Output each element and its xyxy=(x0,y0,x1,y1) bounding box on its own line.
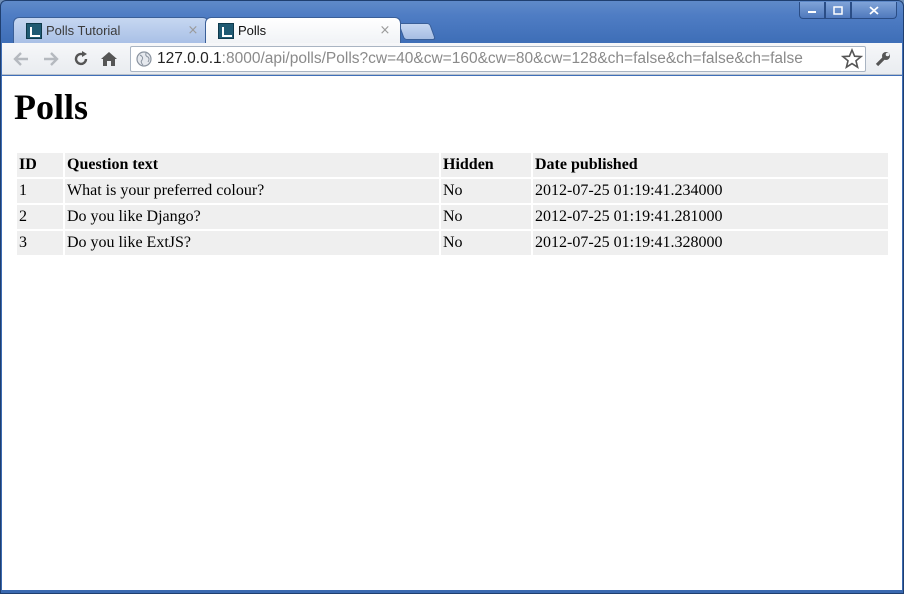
back-arrow-icon xyxy=(13,52,28,66)
cell-id: 2 xyxy=(17,205,63,229)
table-header-row: ID Question text Hidden Date published xyxy=(17,153,888,177)
table-row: 1 What is your preferred colour? No 2012… xyxy=(17,179,888,203)
close-icon xyxy=(869,5,879,15)
cell-date-published: 2012-07-25 01:19:41.328000 xyxy=(533,231,888,255)
cell-date-published: 2012-07-25 01:19:41.281000 xyxy=(533,205,888,229)
cell-hidden: No xyxy=(441,231,531,255)
column-header-hidden: Hidden xyxy=(441,153,531,177)
column-header-date-published: Date published xyxy=(533,153,888,177)
table-row: 2 Do you like Django? No 2012-07-25 01:1… xyxy=(17,205,888,229)
page-content: Polls ID Question text Hidden Date publi… xyxy=(2,76,902,590)
globe-icon xyxy=(136,51,152,67)
cell-question-text: Do you like Django? xyxy=(65,205,439,229)
column-header-id: ID xyxy=(17,153,63,177)
cell-hidden: No xyxy=(441,179,531,203)
browser-window: Polls Tutorial × Polls × 127.0.0.1:8000/… xyxy=(0,0,904,594)
cell-id: 3 xyxy=(17,231,63,255)
tab-strip: Polls Tutorial × Polls × xyxy=(7,17,887,43)
table-row: 3 Do you like ExtJS? No 2012-07-25 01:19… xyxy=(17,231,888,255)
reload-icon xyxy=(74,51,88,66)
reload-button[interactable] xyxy=(70,48,92,70)
tab-favicon-icon xyxy=(26,22,42,39)
page-title: Polls xyxy=(14,87,89,127)
new-tab-button[interactable] xyxy=(397,23,437,40)
wrench-menu-button[interactable] xyxy=(872,48,894,70)
cell-question-text: Do you like ExtJS? xyxy=(65,231,439,255)
back-button[interactable] xyxy=(10,48,32,70)
home-button[interactable] xyxy=(98,48,120,70)
url-host: 127.0.0.1 xyxy=(157,50,222,67)
column-header-question-text: Question text xyxy=(65,153,439,177)
star-icon[interactable] xyxy=(841,48,863,70)
tab-polls-tutorial[interactable]: Polls Tutorial × xyxy=(13,17,209,43)
maximize-icon xyxy=(833,5,843,15)
browser-toolbar: 127.0.0.1:8000/api/polls/Polls?cw=40&cw=… xyxy=(2,43,902,75)
tab-favicon-icon xyxy=(218,22,234,39)
url-text[interactable]: 127.0.0.1:8000/api/polls/Polls?cw=40&cw=… xyxy=(157,50,841,68)
tab-close-icon[interactable]: × xyxy=(186,23,200,38)
url-path: :8000/api/polls/Polls?cw=40&cw=160&cw=80… xyxy=(221,50,803,67)
forward-arrow-icon xyxy=(44,52,59,66)
minimize-icon xyxy=(808,11,816,13)
tab-polls[interactable]: Polls × xyxy=(205,17,401,43)
home-icon xyxy=(101,52,117,66)
cell-date-published: 2012-07-25 01:19:41.234000 xyxy=(533,179,888,203)
address-bar[interactable]: 127.0.0.1:8000/api/polls/Polls?cw=40&cw=… xyxy=(130,46,866,72)
wrench-icon xyxy=(875,52,890,67)
tab-title: Polls xyxy=(238,23,267,38)
tab-close-icon[interactable]: × xyxy=(378,23,392,38)
cell-hidden: No xyxy=(441,205,531,229)
tab-title: Polls Tutorial xyxy=(46,23,121,38)
cell-id: 1 xyxy=(17,179,63,203)
polls-table: ID Question text Hidden Date published 1… xyxy=(15,151,890,257)
cell-question-text: What is your preferred colour? xyxy=(65,179,439,203)
forward-button[interactable] xyxy=(40,48,62,70)
